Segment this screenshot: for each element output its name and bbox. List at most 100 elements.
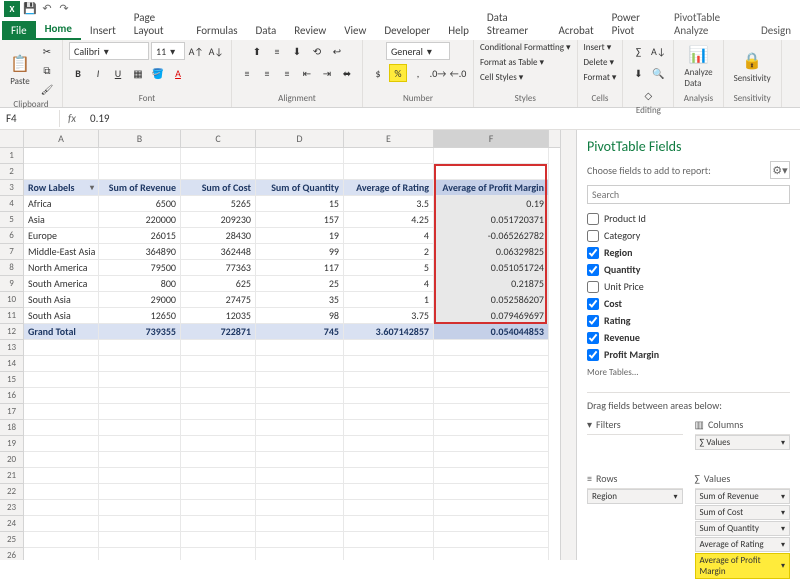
field-item[interactable]: Region [587, 244, 790, 261]
field-item[interactable]: Product Id [587, 210, 790, 227]
row-header[interactable]: 19 [0, 436, 24, 452]
copy-button[interactable]: ⧉ [38, 61, 56, 79]
pivot-cell[interactable]: 25 [256, 276, 344, 292]
pivot-cell[interactable]: 5265 [181, 196, 256, 212]
tab-insert[interactable]: Insert [81, 21, 125, 40]
pivot-cell[interactable]: 220000 [99, 212, 181, 228]
conditional-formatting-button[interactable]: Conditional Formatting ▾ [480, 42, 571, 53]
col-header-E[interactable]: E [344, 130, 434, 147]
col-header-D[interactable]: D [256, 130, 344, 147]
grand-total-cell[interactable]: 722871 [181, 324, 256, 340]
tab-power-pivot[interactable]: Power Pivot [603, 8, 665, 40]
field-checkbox[interactable] [587, 315, 599, 327]
cut-button[interactable]: ✂ [38, 42, 56, 60]
grand-total-cell[interactable]: 739355 [99, 324, 181, 340]
row-header[interactable]: 9 [0, 276, 24, 292]
pivot-cell[interactable]: 77363 [181, 260, 256, 276]
pivot-cell[interactable]: 99 [256, 244, 344, 260]
underline-button[interactable]: U [109, 64, 127, 82]
analyze-data-button[interactable]: 📊Analyze Data [680, 43, 716, 91]
row-header[interactable]: 23 [0, 500, 24, 516]
field-item[interactable]: Quantity [587, 261, 790, 278]
pivot-cell[interactable]: 2 [344, 244, 434, 260]
tab-home[interactable]: Home [36, 19, 81, 40]
undo-icon[interactable]: ↶ [40, 2, 54, 16]
col-header-F[interactable]: F [434, 130, 549, 147]
tab-developer[interactable]: Developer [375, 21, 439, 40]
format-as-table-button[interactable]: Format as Table ▾ [480, 57, 544, 68]
row-header[interactable]: 16 [0, 388, 24, 404]
decrease-decimal-button[interactable]: ←.0 [449, 64, 467, 82]
filters-area[interactable]: ▾Filters [587, 418, 683, 464]
grand-total-label[interactable]: Grand Total [24, 324, 99, 340]
font-color-button[interactable]: A [169, 64, 187, 82]
pivot-cell[interactable]: 3.5 [344, 196, 434, 212]
tab-formulas[interactable]: Formulas [187, 21, 246, 40]
field-checkbox[interactable] [587, 298, 599, 310]
align-right-button[interactable]: ≡ [278, 64, 296, 82]
field-checkbox[interactable] [587, 349, 599, 361]
font-name-select[interactable]: Calibri▾ [69, 42, 149, 60]
pivot-cell[interactable]: 3.75 [344, 308, 434, 324]
field-item[interactable]: Unit Price [587, 278, 790, 295]
align-middle-button[interactable]: ≡ [268, 42, 286, 60]
pivot-cell[interactable]: 5 [344, 260, 434, 276]
pivot-cell[interactable]: 35 [256, 292, 344, 308]
pivot-cell[interactable]: 4.25 [344, 212, 434, 228]
row-header[interactable]: 25 [0, 532, 24, 548]
tab-data[interactable]: Data [247, 21, 286, 40]
pivot-cell[interactable]: North America [24, 260, 99, 276]
pivot-cell[interactable]: 0.19 [434, 196, 549, 212]
wrap-text-button[interactable]: ↩ [328, 42, 346, 60]
save-icon[interactable]: 💾 [23, 2, 37, 16]
tab-view[interactable]: View [335, 21, 375, 40]
pivot-cell[interactable]: 0.06329825 [434, 244, 549, 260]
sensitivity-button[interactable]: 🔒Sensitivity [730, 49, 775, 86]
increase-indent-button[interactable]: ⇥ [318, 64, 336, 82]
sort-filter-button[interactable]: A↓ [649, 42, 667, 60]
grand-total-cell[interactable]: 0.054044853 [434, 324, 549, 340]
pivot-cell[interactable]: 1 [344, 292, 434, 308]
row-header[interactable]: 26 [0, 548, 24, 560]
pivot-cell[interactable]: Asia [24, 212, 99, 228]
gear-icon[interactable]: ⚙▾ [770, 161, 790, 179]
row-header[interactable]: 4 [0, 196, 24, 212]
pivot-cell[interactable]: 0.051051724 [434, 260, 549, 276]
grand-total-cell[interactable]: 745 [256, 324, 344, 340]
row-header[interactable]: 13 [0, 340, 24, 356]
fx-button[interactable]: fx [60, 112, 84, 125]
row-header[interactable]: 12 [0, 324, 24, 340]
search-input[interactable] [587, 185, 790, 204]
row-header[interactable]: 20 [0, 452, 24, 468]
value-pill[interactable]: Sum of Revenue▾ [695, 489, 791, 504]
pivot-cell[interactable]: Europe [24, 228, 99, 244]
value-pill[interactable]: Sum of Quantity▾ [695, 521, 791, 536]
orientation-button[interactable]: ⟲ [308, 42, 326, 60]
align-left-button[interactable]: ≡ [238, 64, 256, 82]
row-header[interactable]: 22 [0, 484, 24, 500]
pivot-cell[interactable]: 0.051720371 [434, 212, 549, 228]
field-item[interactable]: Category [587, 227, 790, 244]
columns-area[interactable]: ▥Columns ∑ Values▾ [695, 418, 791, 464]
row-header[interactable]: 7 [0, 244, 24, 260]
values-area[interactable]: ∑Values Sum of Revenue▾Sum of Cost▾Sum o… [695, 472, 791, 580]
pivot-cell[interactable]: 362448 [181, 244, 256, 260]
row-header[interactable]: 15 [0, 372, 24, 388]
increase-font-button[interactable]: A↑ [187, 42, 205, 60]
value-pill[interactable]: Average of Profit Margin▾ [695, 553, 791, 579]
value-pill[interactable]: Average of Rating▾ [695, 537, 791, 552]
row-header[interactable]: 11 [0, 308, 24, 324]
worksheet-grid[interactable]: A B C D E F 123Row Labels▾Sum of Revenue… [0, 130, 560, 560]
pivot-cell[interactable]: 26015 [99, 228, 181, 244]
tab-pivottable-analyze[interactable]: PivotTable Analyze [665, 8, 752, 40]
pivot-cell[interactable]: 0.052586207 [434, 292, 549, 308]
field-item[interactable]: Revenue [587, 329, 790, 346]
row-header[interactable]: 17 [0, 404, 24, 420]
pivot-cell[interactable]: 4 [344, 276, 434, 292]
border-button[interactable]: ▦ [129, 64, 147, 82]
tab-page-layout[interactable]: Page Layout [125, 8, 188, 40]
pivot-cell[interactable]: 209230 [181, 212, 256, 228]
rows-area[interactable]: ≡Rows Region▾ [587, 472, 683, 580]
row-header[interactable]: 21 [0, 468, 24, 484]
merge-button[interactable]: ⬌ [338, 64, 356, 82]
